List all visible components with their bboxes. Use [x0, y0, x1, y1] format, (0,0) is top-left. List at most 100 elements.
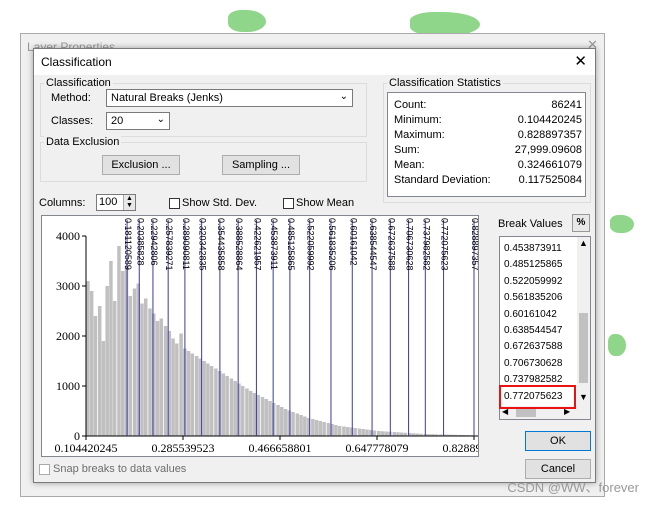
stat-key: Standard Deviation:	[394, 174, 491, 186]
classes-select[interactable]: 20 ⌄	[106, 112, 170, 130]
break-value-item[interactable]: 0.60161042	[504, 307, 557, 323]
histogram-bar	[240, 386, 245, 436]
stat-row-std-dev: Standard Deviation: 0.117525084	[394, 174, 582, 189]
break-line-label: 0.354435858	[216, 218, 226, 271]
break-line-label: 0.522059992	[306, 218, 316, 271]
histogram-bar	[225, 376, 229, 436]
break-line-label: 0.257839271	[164, 218, 174, 271]
scroll-thumb[interactable]	[579, 313, 588, 383]
break-value-item[interactable]: 0.522059992	[504, 274, 562, 290]
close-icon[interactable]: ✕	[574, 52, 587, 70]
histogram-chart[interactable]: 010002000300040000.104420245 0.285539523 0…	[42, 216, 478, 456]
histogram-bar	[89, 291, 94, 436]
histogram-bar	[214, 368, 218, 436]
histogram-bar	[272, 403, 276, 436]
classes-label: Classes:	[51, 115, 94, 127]
histogram-bar	[380, 431, 385, 436]
break-line-label: 0.289090811	[181, 218, 191, 270]
histogram-bar	[322, 422, 326, 436]
histogram-bar	[256, 395, 260, 436]
stat-key: Mean:	[394, 159, 425, 171]
histogram-bar	[392, 432, 397, 436]
show-mean-checkbox[interactable]	[283, 198, 294, 209]
break-value-item[interactable]: 0.706730628	[504, 356, 562, 372]
vertical-scrollbar[interactable]: ▲ ▼	[577, 237, 590, 419]
exclusion-button[interactable]: Exclusion ...	[102, 155, 180, 175]
histogram-bar	[342, 426, 346, 436]
y-tick-label: 1000	[56, 379, 80, 393]
chevron-down-icon: ⌄	[156, 114, 165, 125]
columns-spinner[interactable]: 100 ▲ ▼	[96, 194, 136, 211]
break-line-label: 0.828897357	[470, 218, 478, 271]
stat-value: 0.104420245	[517, 114, 582, 126]
cancel-button[interactable]: Cancel	[525, 459, 591, 479]
break-value-item[interactable]: 0.561835206	[504, 290, 562, 306]
histogram-bar	[396, 432, 400, 436]
histogram-bar	[86, 281, 90, 436]
break-line-label: 0.737982582	[421, 218, 431, 271]
histogram-bar	[194, 356, 199, 436]
stat-row-maximum: Maximum: 0.828897357	[394, 129, 582, 144]
histogram-bar	[248, 391, 253, 436]
histogram-bar	[276, 405, 280, 436]
columns-value: 100	[99, 196, 118, 208]
histogram-bar	[287, 410, 292, 436]
histogram-bar	[206, 363, 210, 436]
scroll-thumb[interactable]	[516, 408, 536, 417]
stat-key: Sum:	[394, 144, 420, 156]
histogram-bar	[171, 338, 175, 436]
break-line-label: 0.388528864	[234, 218, 244, 271]
chevron-down-icon[interactable]: ▼	[579, 392, 588, 402]
histogram-bar	[148, 308, 152, 436]
histogram-panel[interactable]: 0 1000 2000 3000 4000 0.104420245 0.285539523 0…	[41, 215, 479, 457]
x-tick-label: 0.647778079	[346, 441, 409, 455]
map-feature	[228, 10, 266, 32]
stat-value: 0.324661079	[517, 159, 582, 171]
chevron-up-icon[interactable]: ▲	[579, 238, 588, 248]
stat-row-sum: Sum: 27,999.09608	[394, 144, 582, 159]
histogram-bar	[209, 366, 214, 436]
histogram-bar	[245, 388, 249, 436]
snap-breaks-checkbox[interactable]	[39, 464, 50, 475]
histogram-bar	[264, 399, 269, 436]
stat-value: 0.828897357	[517, 129, 582, 141]
ok-button[interactable]: OK	[525, 431, 591, 451]
stat-key: Count:	[394, 99, 427, 111]
break-line-label: 0.20385828	[135, 218, 145, 266]
show-mean-label: Show Mean	[296, 197, 355, 209]
y-tick-label: 3000	[56, 279, 80, 293]
columns-label: Columns:	[39, 197, 86, 209]
y-tick-label: 2000	[56, 329, 80, 343]
y-tick-label: 4000	[56, 229, 80, 243]
map-feature	[610, 215, 634, 233]
break-line-label: 0.706730628	[405, 218, 415, 271]
histogram-bar	[353, 428, 357, 436]
data-exclusion-group-label: Data Exclusion	[44, 136, 122, 148]
show-std-dev-checkbox[interactable]	[169, 198, 180, 209]
x-tick-label: 0.104420245	[55, 441, 118, 455]
histogram-bar	[291, 412, 295, 436]
method-label: Method:	[51, 92, 91, 104]
break-values-label: Break Values	[498, 218, 563, 230]
histogram-bar	[105, 286, 109, 436]
method-select[interactable]: Natural Breaks (Jenks) ⌄	[106, 89, 353, 107]
stat-row-count: Count: 86241	[394, 99, 582, 114]
break-value-item[interactable]: 0.453873911	[504, 241, 562, 257]
break-value-item[interactable]: 0.672637588	[504, 339, 562, 355]
x-tick-label: 0.828897357	[443, 441, 479, 455]
histogram-bar	[280, 407, 284, 436]
histogram-bar	[283, 409, 288, 436]
show-std-dev-label: Show Std. Dev.	[182, 197, 257, 209]
break-value-item[interactable]: 0.485125865	[504, 257, 562, 273]
percent-button[interactable]: %	[572, 214, 590, 232]
stat-key: Minimum:	[394, 114, 442, 126]
spinner-arrows-icon[interactable]: ▲ ▼	[123, 195, 135, 210]
x-tick-label: 0.285539523	[152, 441, 215, 455]
break-value-item[interactable]: 0.638544547	[504, 323, 562, 339]
histogram-bar	[112, 301, 117, 436]
sampling-button[interactable]: Sampling ...	[222, 155, 300, 175]
histogram-bar	[120, 271, 125, 436]
watermark: CSDN @WW、forever	[507, 480, 639, 495]
histogram-bar	[101, 341, 106, 436]
histogram-bar	[326, 423, 331, 436]
